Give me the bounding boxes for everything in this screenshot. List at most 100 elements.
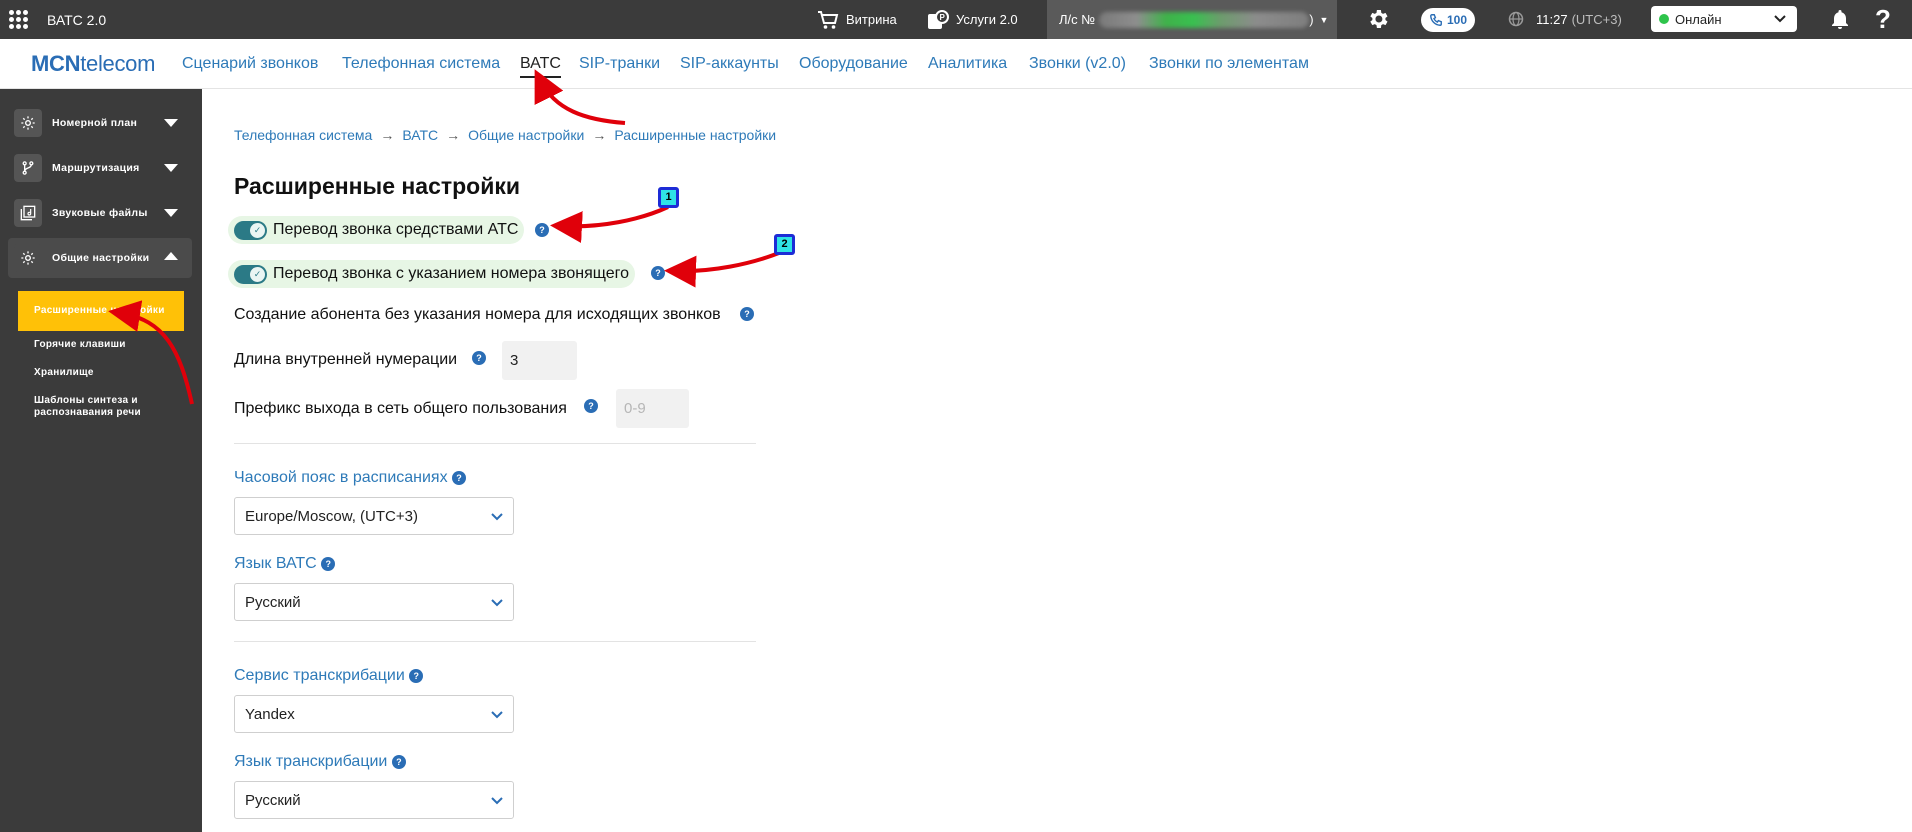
sidebar-group-label: Общие настройки — [52, 252, 150, 264]
clock-timezone: (UTC+3) — [1571, 12, 1622, 27]
nav-sip-trunks[interactable]: SIP-транки — [579, 55, 660, 73]
chevron-down-icon — [1774, 15, 1786, 23]
help-icon[interactable]: ? — [1875, 4, 1891, 35]
annotation-badge-1: 1 — [658, 187, 679, 208]
vats-language-select[interactable]: Русский — [234, 583, 514, 621]
select-value: Yandex — [245, 705, 295, 723]
services-label: Услуги 2.0 — [956, 12, 1018, 27]
clock: 11:27 (UTC+3) — [1536, 0, 1622, 39]
check-icon: ✓ — [250, 222, 265, 238]
toggle-label: Перевод звонка средствами АТС — [273, 221, 519, 238]
page-title: Расширенные настройки — [234, 173, 521, 199]
help-icon[interactable]: ? — [321, 556, 336, 571]
mcn-logo[interactable]: MCNtelecom — [31, 51, 155, 77]
nav-equipment[interactable]: Оборудование — [799, 55, 908, 73]
nav-calls-v2[interactable]: Звонки (v2.0) — [1029, 55, 1126, 73]
apps-grid-icon[interactable] — [9, 10, 28, 29]
clock-time: 11:27 — [1536, 12, 1568, 27]
nav-calls-by-elements[interactable]: Звонки по элементам — [1149, 55, 1309, 73]
sidebar-item-storage[interactable]: Хранилище — [18, 367, 184, 379]
breadcrumb-general-settings[interactable]: Общие настройки — [468, 127, 584, 143]
sidebar-group-label: Маршрутизация — [52, 162, 140, 174]
breadcrumb-separator: → — [380, 127, 395, 143]
transcription-service-label: Сервис транскрибации ? — [234, 667, 424, 685]
vats-language-label-text: Язык ВАТС — [234, 555, 317, 572]
nav-analytics[interactable]: Аналитика — [928, 55, 1007, 73]
services-link[interactable]: P Услуги 2.0 — [927, 0, 1018, 39]
create-subscriber-setting: Создание абонента без указания номера дл… — [234, 306, 721, 323]
showcase-link[interactable]: Витрина — [817, 0, 897, 39]
chevron-down-icon — [491, 599, 503, 607]
help-icon[interactable]: ? — [472, 351, 486, 365]
cart-icon — [818, 10, 839, 29]
sidebar-item-speech-templates[interactable]: Шаблоны синтеза и распознавания речи — [18, 395, 184, 419]
account-suffix: ) — [1309, 12, 1314, 27]
sidebar-group-sound-files[interactable]: Звуковые файлы — [8, 193, 192, 233]
account-selector[interactable]: Л/с № ) ▼ — [1047, 0, 1337, 39]
calls-counter[interactable]: 100 — [1421, 8, 1475, 32]
sidebar-group-general-settings[interactable]: Общие настройки — [8, 238, 192, 278]
sidebar-group-routing[interactable]: Маршрутизация — [8, 148, 192, 188]
breadcrumb-separator: → — [446, 127, 461, 143]
transcription-service-label-text: Сервис транскрибации — [234, 667, 405, 684]
help-icon[interactable]: ? — [409, 668, 424, 683]
logo-rest: telecom — [80, 51, 156, 76]
sidebar-item-advanced-settings[interactable]: Расширенные настройки — [18, 291, 184, 331]
select-value: Русский — [245, 791, 301, 809]
main-content: Телефонная система → ВАТС → Общие настройки →… — [202, 89, 1912, 832]
status-label: Онлайн — [1675, 11, 1722, 27]
chevron-down-icon — [491, 513, 503, 521]
breadcrumb-vats[interactable]: ВАТС — [402, 127, 438, 143]
breadcrumb: Телефонная система → ВАТС → Общие настройки →… — [234, 127, 776, 143]
nav-phone-system[interactable]: Телефонная система — [342, 55, 500, 73]
select-value: Русский — [245, 593, 301, 611]
transcription-service-select[interactable]: Yandex — [234, 695, 514, 733]
settings-gear-icon[interactable] — [1366, 7, 1390, 31]
logo-bold: MCN — [31, 51, 81, 76]
help-icon[interactable]: ? — [740, 307, 754, 321]
status-select[interactable]: Онлайн — [1651, 6, 1797, 32]
internal-length-input[interactable]: 3 — [502, 341, 577, 380]
help-icon[interactable]: ? — [651, 266, 665, 280]
branch-icon — [14, 154, 42, 182]
timezone-select[interactable]: Europe/Moscow, (UTC+3) — [234, 497, 514, 535]
check-icon: ✓ — [250, 266, 265, 282]
prefix-input[interactable]: 0-9 — [616, 389, 689, 428]
toggle-row-pbx-transfer: ✓ Перевод звонка средствами АТС — [228, 216, 525, 244]
gear-icon — [14, 109, 42, 137]
select-value: Europe/Moscow, (UTC+3) — [245, 507, 418, 525]
breadcrumb-phone-system[interactable]: Телефонная система — [234, 127, 372, 143]
triangle-down-icon — [164, 119, 178, 127]
sidebar-group-number-plan[interactable]: Номерной план — [8, 103, 192, 143]
timezone-label: Часовой пояс в расписаниях ? — [234, 469, 467, 487]
help-icon[interactable]: ? — [452, 470, 467, 485]
gear-icon — [14, 244, 42, 272]
music-library-icon — [14, 199, 42, 227]
nav-vats[interactable]: ВАТС — [520, 55, 561, 78]
help-icon[interactable]: ? — [535, 223, 549, 237]
sidebar-item-hotkeys[interactable]: Горячие клавиши — [18, 339, 184, 351]
svg-text:P: P — [940, 13, 946, 22]
globe-icon — [1508, 11, 1524, 27]
caller-number-transfer-toggle[interactable]: ✓ — [234, 264, 267, 284]
services-icon: P — [928, 9, 949, 29]
showcase-label: Витрина — [846, 12, 897, 27]
app-title: ВАТС 2.0 — [47, 12, 107, 28]
nav-call-scenario[interactable]: Сценарий звонков — [182, 55, 318, 73]
caret-down-icon: ▼ — [1319, 14, 1329, 25]
annotation-badge-2: 2 — [774, 234, 795, 255]
help-icon[interactable]: ? — [584, 399, 598, 413]
divider — [234, 641, 756, 642]
transcription-language-select[interactable]: Русский — [234, 781, 514, 819]
breadcrumb-advanced-settings[interactable]: Расширенные настройки — [614, 127, 776, 143]
transcription-language-label: Язык транскрибации ? — [234, 753, 406, 771]
timezone-label-text: Часовой пояс в расписаниях — [234, 469, 448, 486]
sidebar-group-label: Звуковые файлы — [52, 207, 148, 219]
vats-language-label: Язык ВАТС ? — [234, 555, 336, 573]
notifications-bell-icon[interactable] — [1829, 8, 1851, 30]
chevron-down-icon — [491, 711, 503, 719]
pbx-transfer-toggle[interactable]: ✓ — [234, 220, 267, 240]
nav-sip-accounts[interactable]: SIP-аккаунты — [680, 55, 779, 73]
online-dot-icon — [1659, 14, 1669, 24]
help-icon[interactable]: ? — [391, 754, 406, 769]
